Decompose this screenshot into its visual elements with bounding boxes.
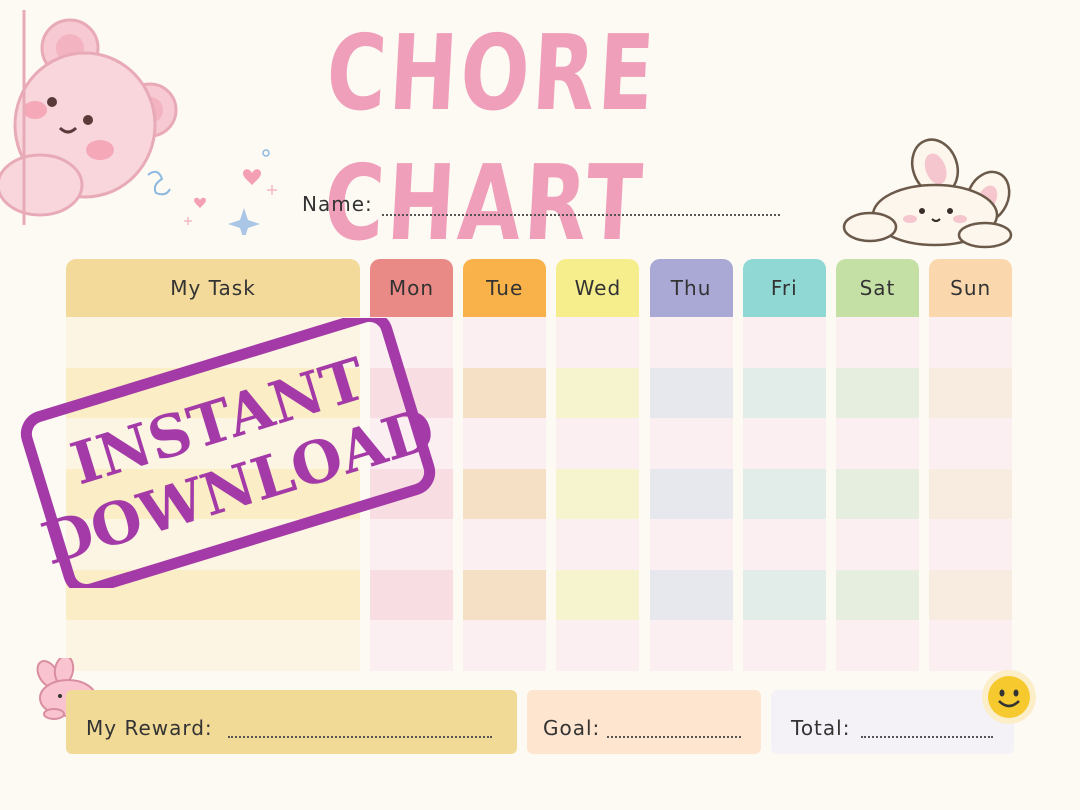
chore-checkbox-cell[interactable] bbox=[929, 620, 1013, 671]
day-label: Thu bbox=[670, 276, 712, 300]
goal-line[interactable] bbox=[607, 736, 741, 738]
goal-label: Goal: bbox=[543, 716, 601, 740]
chore-checkbox-cell[interactable] bbox=[463, 620, 547, 671]
chore-checkbox-cell[interactable] bbox=[742, 468, 826, 519]
chore-checkbox-cell[interactable] bbox=[463, 519, 547, 570]
day-header-wed: Wed bbox=[556, 259, 640, 317]
chart-title: CHORE CHART bbox=[321, 12, 661, 264]
day-label: Sun bbox=[950, 276, 992, 300]
chore-checkbox-cell[interactable] bbox=[929, 569, 1013, 620]
day-label: Tue bbox=[486, 276, 524, 300]
chore-checkbox-cell[interactable] bbox=[742, 519, 826, 570]
bunny-sticker-icon bbox=[842, 138, 1013, 249]
chore-checkbox-cell[interactable] bbox=[836, 569, 919, 620]
day-header-tue: Tue bbox=[463, 259, 547, 317]
reward-field[interactable]: My Reward: bbox=[66, 690, 517, 754]
day-header-sat: Sat bbox=[836, 259, 919, 317]
chore-checkbox-cell[interactable] bbox=[929, 418, 1013, 469]
chore-checkbox-cell[interactable] bbox=[836, 418, 919, 469]
task-cell[interactable] bbox=[66, 620, 360, 671]
chore-checkbox-cell[interactable] bbox=[649, 569, 733, 620]
chore-checkbox-cell[interactable] bbox=[836, 620, 919, 671]
name-line[interactable] bbox=[382, 214, 780, 216]
day-header-sun: Sun bbox=[929, 259, 1013, 317]
chore-checkbox-cell[interactable] bbox=[836, 519, 919, 570]
day-label: Mon bbox=[388, 276, 435, 300]
chore-checkbox-cell[interactable] bbox=[649, 367, 733, 418]
chore-checkbox-cell[interactable] bbox=[370, 620, 453, 671]
task-header: My Task bbox=[66, 259, 360, 317]
day-header-mon: Mon bbox=[370, 259, 453, 317]
chore-checkbox-cell[interactable] bbox=[929, 317, 1013, 368]
chore-checkbox-cell[interactable] bbox=[836, 317, 919, 368]
chore-checkbox-cell[interactable] bbox=[929, 468, 1013, 519]
chore-checkbox-cell[interactable] bbox=[649, 418, 733, 469]
total-label: Total: bbox=[791, 716, 851, 740]
goal-field[interactable]: Goal: bbox=[527, 690, 761, 754]
task-header-label: My Task bbox=[170, 276, 256, 300]
chore-checkbox-cell[interactable] bbox=[463, 569, 547, 620]
chore-checkbox-cell[interactable] bbox=[649, 519, 733, 570]
chore-checkbox-cell[interactable] bbox=[649, 317, 733, 368]
total-field[interactable]: Total: bbox=[771, 690, 1014, 754]
chore-checkbox-cell[interactable] bbox=[742, 620, 826, 671]
chore-checkbox-cell[interactable] bbox=[556, 418, 640, 469]
name-field[interactable]: Name: bbox=[302, 190, 782, 222]
chore-checkbox-cell[interactable] bbox=[649, 468, 733, 519]
chore-checkbox-cell[interactable] bbox=[556, 519, 640, 570]
day-label: Sat bbox=[859, 276, 896, 300]
chore-checkbox-cell[interactable] bbox=[556, 620, 640, 671]
chore-chart-page: CHORE CHART Name: My Task Mon Tue Wed Thu Fr… bbox=[0, 0, 1080, 810]
chore-checkbox-cell[interactable] bbox=[463, 317, 547, 368]
chore-checkbox-cell[interactable] bbox=[742, 367, 826, 418]
chore-checkbox-cell[interactable] bbox=[836, 367, 919, 418]
chore-checkbox-cell[interactable] bbox=[742, 418, 826, 469]
chore-checkbox-cell[interactable] bbox=[463, 367, 547, 418]
chore-checkbox-cell[interactable] bbox=[556, 468, 640, 519]
day-label: Wed bbox=[574, 276, 622, 300]
smiley-icon bbox=[982, 670, 1036, 724]
chore-checkbox-cell[interactable] bbox=[929, 367, 1013, 418]
chore-checkbox-cell[interactable] bbox=[742, 317, 826, 368]
chore-checkbox-cell[interactable] bbox=[649, 620, 733, 671]
chore-checkbox-cell[interactable] bbox=[463, 418, 547, 469]
chore-checkbox-cell[interactable] bbox=[556, 317, 640, 368]
reward-label: My Reward: bbox=[86, 716, 213, 740]
day-header-thu: Thu bbox=[649, 259, 733, 317]
chore-checkbox-cell[interactable] bbox=[556, 569, 640, 620]
reward-line[interactable] bbox=[228, 736, 492, 738]
chore-checkbox-cell[interactable] bbox=[742, 569, 826, 620]
name-label: Name: bbox=[302, 192, 373, 216]
chore-checkbox-cell[interactable] bbox=[463, 468, 547, 519]
day-label: Fri bbox=[770, 276, 798, 300]
chore-checkbox-cell[interactable] bbox=[556, 367, 640, 418]
chore-checkbox-cell[interactable] bbox=[929, 519, 1013, 570]
chore-checkbox-cell[interactable] bbox=[836, 468, 919, 519]
sparkle-icon bbox=[147, 149, 277, 235]
day-header-fri: Fri bbox=[742, 259, 826, 317]
total-line[interactable] bbox=[861, 736, 993, 738]
instant-download-stamp: INSTANT DOWNLOAD bbox=[20, 318, 438, 588]
